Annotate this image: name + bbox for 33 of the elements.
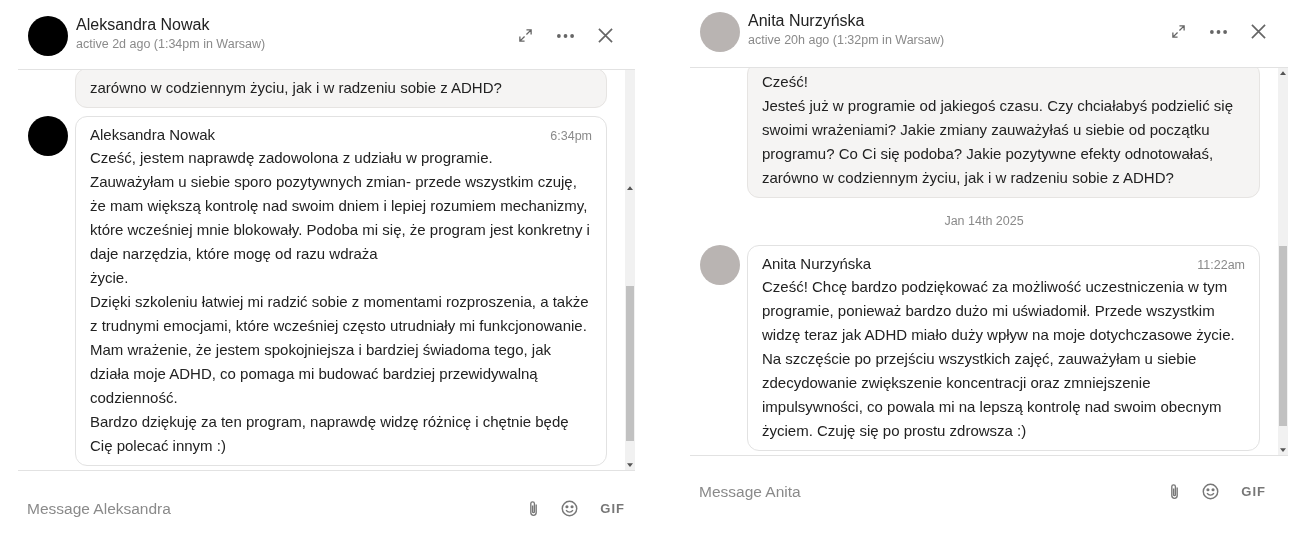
message-text: Cześć! Chcę bardzo podziękować za możliwość uczestniczenia w tym programie, ponieważ bardzo dużo mi uświadomił. Przede wszystkim widzę teraz jak ADHD miało duży wpływ na moje dotychczasowe życie. Na szczęście po przejściu wszystkich zajęć, zauważyłam u siebie zdecydowanie zwiększenie koncentracji oraz zmniejszenie impulsywności, co powala mi na lepszą kontrolę nad swoim obecnym życiem. Czuję się po prostu zdrowsza :) [762, 277, 1236, 441]
emoji-icon[interactable] [561, 500, 579, 518]
paperclip-icon[interactable] [1169, 482, 1181, 501]
scroll-up-arrow-icon[interactable] [1280, 70, 1286, 76]
photo-placeholder [700, 12, 740, 52]
scroll-up-arrow-icon[interactable] [627, 185, 633, 191]
message-text: zarówno w codziennym życiu, jak i w radzeniu sobie z ADHD? [90, 78, 503, 98]
message-time: 11:22am [1197, 257, 1245, 274]
message-time: 6:34pm [550, 128, 592, 145]
scroll-down-arrow-icon[interactable] [627, 462, 633, 468]
message-text: Cześć! Jesteś już w programie od jakiegoś czasu. Czy chciałabyś podzielić się swoimi wrażeniami? Jakie zmiany zauważyłaś u siebie od początku programu? Co Ci się podoba? Jakie pozytywne efekty odnotowałaś, zarówno w codziennym życiu, jak i w radzeniu sobie z ADHD? [762, 72, 1235, 189]
date-separator: Jan 14th 2025 [944, 213, 1024, 231]
emoji-icon[interactable] [1202, 483, 1220, 501]
expand-icon[interactable] [518, 28, 533, 43]
expand-icon[interactable] [1171, 24, 1186, 39]
gif-button[interactable]: GIF [600, 498, 625, 519]
close-icon[interactable] [598, 28, 613, 43]
scrollbar-thumb[interactable] [626, 286, 634, 441]
contact-name: Anita Nurzyńska [748, 11, 866, 31]
gif-button[interactable]: GIF [1241, 481, 1266, 502]
message-input[interactable]: Message Aleksandra [27, 497, 529, 521]
message-input[interactable]: Message Anita [699, 480, 1170, 504]
scroll-down-arrow-icon[interactable] [1280, 447, 1286, 453]
message-text: Cześć, jestem naprawdę zadowolona z udziału w programie. Zauważyłam u siebie sporo pozytywnych zmian- przede wszystkim czuję, że mam większą kontrolę nad swoim dniem i lepiej rozumiem mechanizmy, które wcześniej mnie blokowały. Podoba mi się, że program jest konkretny i daje narzędzia, które mogę od razu wdraża życie. Dzięki szkoleniu łatwiej mi radzić sobie z momentami rozproszenia, a także z trudnymi emocjami, które wcześniej często utrudniały mi funkcjonowanie. Mam wrażenie, że jestem spokojniejsza i bardziej świadoma tego, jak działa moje ADHD, co pomaga mi budować bardziej przewidywalną codzienność. Bardzo dziękuję za ten program, naprawdę widzę różnicę i chętnie będę Cię polecać innym :) [90, 148, 591, 456]
sender-name: Aleksandra Nowak [90, 125, 216, 145]
sender-name: Anita Nurzyńska [762, 254, 872, 274]
contact-name: Aleksandra Nowak [76, 15, 211, 35]
contact-status: active 20h ago (1:32pm in Warsaw) [748, 32, 946, 49]
photo-placeholder [700, 245, 740, 285]
close-icon[interactable] [1251, 24, 1266, 39]
contact-status: active 2d ago (1:34pm in Warsaw) [76, 36, 267, 53]
scrollbar-thumb[interactable] [1279, 246, 1287, 426]
paperclip-icon[interactable] [528, 499, 540, 518]
